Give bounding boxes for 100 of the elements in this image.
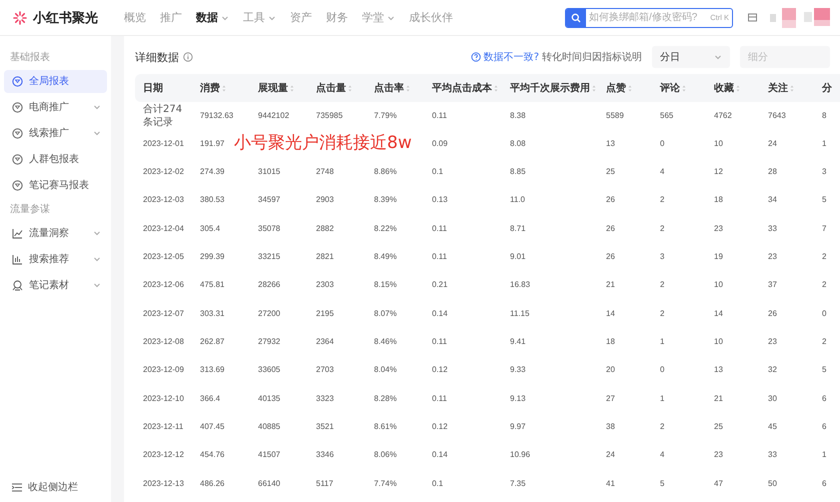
table-cell-text: 11.15 bbox=[510, 308, 530, 320]
table-cell-text: 10 bbox=[714, 336, 723, 348]
table-cell-text: 6 bbox=[822, 420, 826, 433]
nav-item[interactable]: 资产 bbox=[290, 10, 312, 25]
sort-icon[interactable] bbox=[494, 84, 498, 92]
table-cell-text: 5 bbox=[822, 194, 826, 206]
sidebar-item[interactable]: 电商推广 bbox=[4, 96, 107, 118]
column-header: 评论 bbox=[652, 81, 706, 95]
table-cell-text: 23 bbox=[714, 449, 723, 462]
table-cell-text: 0.13 bbox=[432, 194, 448, 206]
table-cell-text: 2023-12-08 bbox=[143, 336, 184, 348]
bar-chart-icon bbox=[12, 254, 23, 264]
table-cell-text: 6 bbox=[822, 392, 826, 405]
section-title: 详细数据 bbox=[135, 50, 179, 64]
table-cell-text: 2903 bbox=[316, 194, 334, 206]
table-cell-text: 31015 bbox=[258, 166, 280, 178]
table-cell-text: 7.79% bbox=[374, 110, 397, 122]
table-cell-text: 9.01 bbox=[510, 250, 526, 263]
sort-icon[interactable] bbox=[406, 84, 410, 92]
table-cell-text: 8.08 bbox=[510, 138, 526, 150]
table-cell-text: 5 bbox=[822, 364, 826, 376]
table-cell-text: 2023-12-04 bbox=[143, 222, 184, 235]
column-header: 关注 bbox=[760, 81, 814, 95]
table-cell-text: 1 bbox=[660, 336, 664, 348]
table-cell-text: 8.28% bbox=[374, 392, 397, 405]
sort-icon[interactable] bbox=[682, 84, 686, 92]
sidebar-item[interactable]: 线索推广 bbox=[4, 122, 107, 144]
table-cell-text: 25 bbox=[606, 166, 615, 178]
table-cell-text: 45 bbox=[768, 420, 777, 433]
table-cell-text: 0 bbox=[822, 308, 826, 320]
table-cell-text: 47 bbox=[714, 478, 723, 490]
attribution-note[interactable]: 转化时间归因指标说明 bbox=[542, 50, 642, 64]
chevron-down-icon bbox=[93, 281, 101, 289]
table-cell-text: 79132.63 bbox=[200, 110, 234, 122]
table-cell-text: 3346 bbox=[316, 449, 334, 462]
table-cell-text: 8.04% bbox=[374, 364, 397, 376]
table-cell-text: 21 bbox=[606, 279, 615, 292]
table-cell-text: 8.06% bbox=[374, 449, 397, 462]
table-cell-text: 21 bbox=[714, 392, 723, 405]
sidebar-item[interactable]: 笔记赛马报表 bbox=[4, 174, 107, 196]
table-cell-text: 14 bbox=[606, 308, 615, 320]
table-cell-text: 3 bbox=[660, 250, 664, 263]
table-cell-text: 0.11 bbox=[432, 222, 447, 235]
menu-icon bbox=[12, 482, 22, 492]
sidebar-item[interactable]: 人群包报表 bbox=[4, 148, 107, 170]
data-inconsistent-link[interactable]: 数据不一致? bbox=[470, 50, 539, 64]
sidebar-item[interactable]: 流量洞察 bbox=[4, 222, 107, 244]
nav-item[interactable]: 财务 bbox=[326, 10, 348, 25]
table-cell-text: 0.14 bbox=[432, 308, 448, 320]
chevron-down-icon bbox=[93, 103, 101, 111]
info-icon[interactable] bbox=[183, 52, 193, 62]
table-cell-text: 2023-12-11 bbox=[143, 420, 184, 433]
table-cell-text: 1 bbox=[822, 449, 826, 462]
nav-item[interactable]: 数据 bbox=[196, 10, 229, 25]
table-cell-text: 4 bbox=[660, 449, 664, 462]
table-cell-text: 33215 bbox=[258, 250, 280, 263]
collapse-sidebar-button[interactable]: 收起侧边栏 bbox=[4, 480, 107, 494]
chevron-down-icon bbox=[93, 129, 101, 137]
table-cell-text: 2 bbox=[660, 420, 664, 433]
sort-icon[interactable] bbox=[348, 84, 352, 92]
table-cell-text: 9.41 bbox=[510, 336, 526, 348]
sort-icon[interactable] bbox=[790, 84, 794, 92]
table-cell-text: 2364 bbox=[316, 336, 334, 348]
table-cell-text: 0.11 bbox=[432, 392, 447, 405]
sort-icon[interactable] bbox=[628, 84, 632, 92]
table-cell-text: 8.22% bbox=[374, 222, 397, 235]
table-cell-text: 407.45 bbox=[200, 420, 224, 433]
table-cell-text: 8.15% bbox=[374, 279, 397, 292]
table-cell-text: 2023-12-10 bbox=[143, 392, 184, 405]
sort-icon[interactable] bbox=[736, 84, 740, 92]
sidebar-item[interactable]: 笔记素材 bbox=[4, 274, 107, 296]
column-header: 消费 bbox=[192, 81, 250, 95]
table-cell-text: 24 bbox=[606, 449, 615, 462]
table-cell-text: 9.13 bbox=[510, 392, 526, 405]
table-cell-text: 10 bbox=[714, 279, 723, 292]
section-title: 流量参谋 bbox=[9, 202, 51, 217]
table-cell-text: 27 bbox=[606, 392, 615, 405]
table-cell-text: 16.83 bbox=[510, 279, 530, 292]
table-cell-text: 35078 bbox=[258, 222, 280, 235]
granularity-select[interactable]: 分日 bbox=[652, 46, 730, 68]
table-cell-text: 23 bbox=[768, 250, 777, 263]
table-cell-text: 41 bbox=[606, 478, 615, 490]
table-cell-text: 33 bbox=[768, 449, 777, 462]
table-cell-text: 0.11 bbox=[432, 336, 447, 348]
table-cell-text: 2 bbox=[660, 222, 664, 235]
table-cell-text: 41507 bbox=[258, 449, 280, 462]
table-cell-text: 0.21 bbox=[432, 279, 448, 292]
sidebar-item[interactable]: 全局报表 bbox=[4, 70, 107, 92]
sidebar-item[interactable]: 搜索推荐 bbox=[4, 248, 107, 270]
annotation-text: 小号聚光户消耗接近8w bbox=[234, 132, 412, 154]
table-cell-text: 6 bbox=[822, 478, 826, 490]
table-cell-text: 11.0 bbox=[510, 194, 525, 206]
table-cell-text: 1 bbox=[822, 138, 826, 150]
sort-icon[interactable] bbox=[222, 84, 226, 92]
table-cell-text: 2821 bbox=[316, 250, 334, 263]
table-cell-text: 5117 bbox=[316, 478, 334, 490]
table-cell-text: 9.97 bbox=[510, 420, 526, 433]
sort-icon[interactable] bbox=[290, 84, 294, 92]
sort-icon[interactable] bbox=[592, 84, 596, 92]
table-cell-text: 8.39% bbox=[374, 194, 397, 206]
